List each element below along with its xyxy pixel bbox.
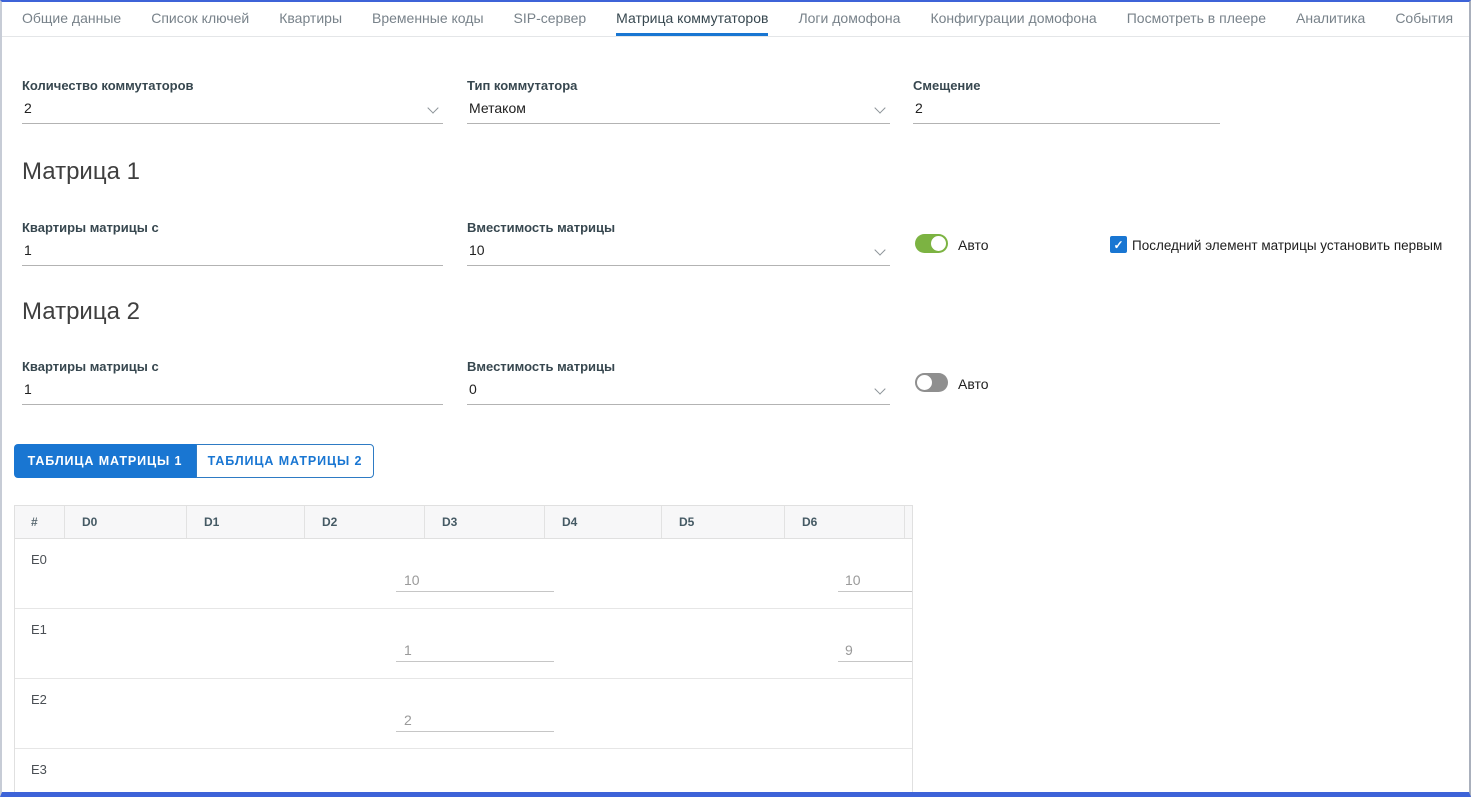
column-header-d4: D4: [544, 506, 661, 538]
matrix1-table-button[interactable]: ТАБЛИЦА МАТРИЦЫ 1: [14, 444, 196, 478]
last-element-first-checkbox[interactable]: [1110, 236, 1127, 253]
tab-sip-server[interactable]: SIP-сервер: [514, 2, 587, 36]
column-header-d5: D5: [661, 506, 784, 538]
toggle-knob-icon: [917, 375, 932, 390]
matrix-cell-input[interactable]: [396, 709, 554, 732]
matrix2-auto-toggle[interactable]: [915, 373, 948, 392]
field-switch-type: Тип коммутатора: [467, 78, 890, 124]
table-row-e0: E0: [15, 539, 912, 609]
matrix2-auto-label: Авто: [958, 376, 989, 392]
matrix-cell-input[interactable]: [838, 639, 913, 662]
row-label: E1: [31, 622, 47, 637]
matrix-table-switcher: ТАБЛИЦА МАТРИЦЫ 1 ТАБЛИЦА МАТРИЦЫ 2: [14, 444, 374, 478]
row-label: E2: [31, 692, 47, 707]
matrix1-capacity-label: Вместимость матрицы: [467, 220, 890, 235]
switch-count-label: Количество коммутаторов: [22, 78, 443, 93]
column-header-d1: D1: [186, 506, 304, 538]
tab-general[interactable]: Общие данные: [22, 2, 121, 36]
tab-events[interactable]: События: [1395, 2, 1453, 36]
table-row-e1: E1: [15, 609, 912, 679]
tab-intercom-configs[interactable]: Конфигурации домофона: [930, 2, 1096, 36]
field-matrix2-apartments-from: Квартиры матрицы с: [22, 359, 443, 405]
matrix-cell-input[interactable]: [396, 639, 554, 662]
switch-type-label: Тип коммутатора: [467, 78, 890, 93]
row-label: E0: [31, 552, 47, 567]
last-element-first-label: Последний элемент матрицы установить пер…: [1132, 238, 1442, 253]
intercom-settings-page: Общие данные Список ключей Квартиры Врем…: [0, 0, 1471, 797]
matrix-cell-input[interactable]: [396, 569, 554, 592]
field-switch-count: Количество коммутаторов: [22, 78, 443, 124]
matrix2-table-button[interactable]: ТАБЛИЦА МАТРИЦЫ 2: [196, 444, 374, 478]
column-header-index: #: [15, 506, 64, 538]
table-row-e2: E2: [15, 679, 912, 749]
offset-input[interactable]: [913, 99, 1220, 124]
matrix2-apartments-from-input[interactable]: [22, 380, 443, 405]
offset-label: Смещение: [913, 78, 1220, 93]
switch-count-select[interactable]: [22, 99, 443, 124]
matrix2-capacity-label: Вместимость матрицы: [467, 359, 890, 374]
matrix2-capacity-select[interactable]: [467, 380, 890, 405]
matrix-table-header: # D0 D1 D2 D3 D4 D5 D6: [15, 506, 912, 539]
matrix-cell-input[interactable]: [838, 569, 913, 592]
toggle-knob-icon: [931, 236, 946, 251]
row-label: E3: [31, 762, 47, 777]
field-offset: Смещение: [913, 78, 1220, 124]
table-row-e3: E3: [15, 749, 912, 792]
top-tab-bar: Общие данные Список ключей Квартиры Врем…: [2, 2, 1469, 37]
check-icon: [1113, 236, 1123, 254]
matrix1-title: Матрица 1: [22, 158, 140, 186]
tab-analytics[interactable]: Аналитика: [1296, 2, 1365, 36]
matrix2-title: Матрица 2: [22, 298, 140, 326]
matrix-table: # D0 D1 D2 D3 D4 D5 D6 E0 E1 E2 E3: [14, 505, 913, 792]
tab-temp-codes[interactable]: Временные коды: [372, 2, 484, 36]
column-header-d6: D6: [784, 506, 904, 538]
tab-intercom-logs[interactable]: Логи домофона: [798, 2, 900, 36]
matrix1-capacity-select[interactable]: [467, 241, 890, 266]
field-matrix2-capacity: Вместимость матрицы: [467, 359, 890, 405]
switch-type-select[interactable]: [467, 99, 890, 124]
matrix1-auto-label: Авто: [958, 237, 989, 253]
column-header-cutoff: [904, 506, 913, 538]
tab-apartments[interactable]: Квартиры: [279, 2, 342, 36]
matrix2-apartments-from-label: Квартиры матрицы с: [22, 359, 443, 374]
column-header-d2: D2: [304, 506, 424, 538]
column-header-d3: D3: [424, 506, 544, 538]
tab-view-in-player[interactable]: Посмотреть в плеере: [1127, 2, 1266, 36]
tab-key-list[interactable]: Список ключей: [151, 2, 249, 36]
matrix1-apartments-from-label: Квартиры матрицы с: [22, 220, 443, 235]
field-matrix1-capacity: Вместимость матрицы: [467, 220, 890, 266]
matrix1-apartments-from-input[interactable]: [22, 241, 443, 266]
column-header-d0: D0: [64, 506, 186, 538]
tab-switch-matrix[interactable]: Матрица коммутаторов: [616, 2, 768, 36]
matrix1-auto-toggle[interactable]: [915, 234, 948, 253]
field-matrix1-apartments-from: Квартиры матрицы с: [22, 220, 443, 266]
